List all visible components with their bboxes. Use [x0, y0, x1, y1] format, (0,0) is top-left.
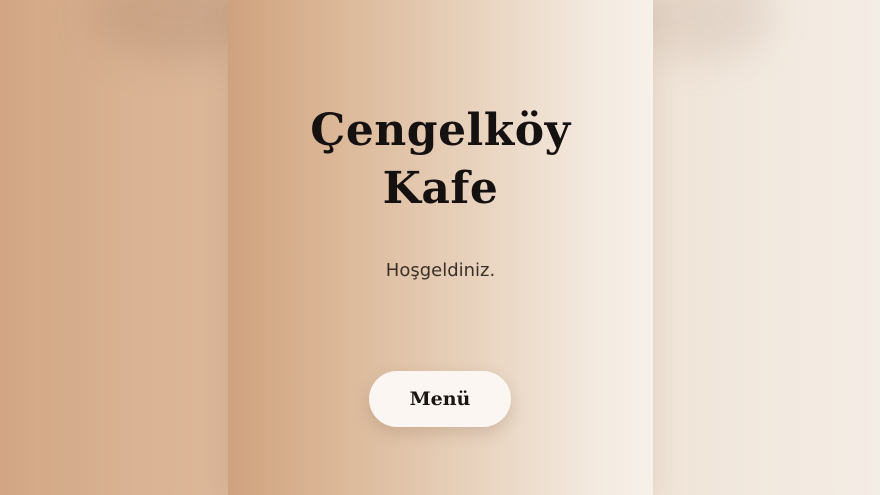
menu-button[interactable]: Menü: [369, 371, 511, 427]
cafe-title: Çengelköy Kafe: [228, 102, 653, 218]
background-left-panel: [0, 0, 260, 495]
welcome-text: Hoşgeldiniz.: [385, 260, 496, 281]
background-right-panel: [623, 0, 880, 495]
mobile-screen: Çengelköy Kafe Hoşgeldiniz. Menü: [228, 0, 653, 495]
cafe-title-line-1: Çengelköy: [310, 105, 571, 156]
cafe-title-line-2: Kafe: [382, 163, 499, 214]
